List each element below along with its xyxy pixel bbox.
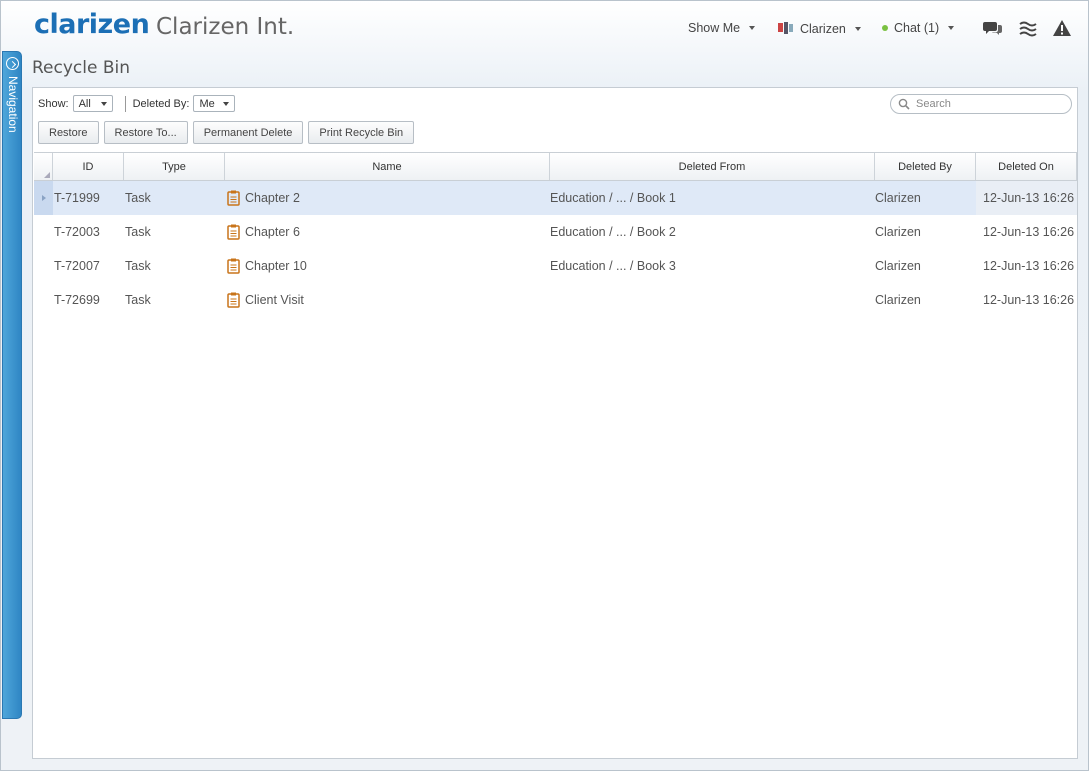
table-row[interactable]: T-71999 Task Chapter 2 Education / ... /…: [34, 181, 1077, 215]
cell-name[interactable]: Chapter 6: [225, 215, 550, 249]
permanent-delete-button[interactable]: Permanent Delete: [192, 121, 304, 144]
row-selector[interactable]: [34, 215, 53, 249]
filter-bar: Show: All Deleted By: Me: [38, 95, 236, 112]
expand-arrow-icon: [6, 57, 19, 70]
task-name: Chapter 6: [245, 225, 300, 239]
cell-id: T-72003: [54, 225, 100, 239]
user-menu-label: Clarizen: [800, 21, 846, 36]
cell-name[interactable]: Chapter 2: [225, 181, 550, 215]
cell-id: T-72007: [54, 259, 100, 273]
cell-name[interactable]: Chapter 10: [225, 249, 550, 283]
cell-deleted-on: 12-Jun-13 16:26: [983, 293, 1075, 307]
search-input[interactable]: Search: [890, 94, 1072, 114]
cell-deleted-from: [550, 283, 875, 317]
deleted-by-filter-value: Me: [199, 97, 215, 110]
show-filter-value: All: [78, 97, 91, 110]
header: clarizen Clarizen Int. Show Me Clarizen …: [1, 1, 1088, 53]
task-icon: [227, 224, 240, 240]
cell-deleted-from: Education / ... / Book 3: [550, 259, 676, 273]
cell-type: Task: [125, 259, 151, 273]
cell-type: Task: [125, 191, 151, 205]
divider: [124, 95, 126, 112]
activity-stream-icon[interactable]: [1018, 19, 1038, 37]
cell-id: T-72699: [54, 293, 100, 307]
task-icon: [227, 258, 240, 274]
app-window: clarizen Clarizen Int. Show Me Clarizen …: [0, 0, 1089, 771]
restore-to-button[interactable]: Restore To...: [103, 121, 188, 144]
table-row[interactable]: T-72007 Task Chapter 10 Education / ... …: [34, 249, 1077, 283]
column-header-deleted-on[interactable]: Deleted On: [976, 153, 1077, 180]
print-recycle-bin-button[interactable]: Print Recycle Bin: [308, 121, 415, 144]
chat-menu[interactable]: Chat (1): [882, 21, 955, 35]
cell-id: T-71999: [54, 191, 100, 205]
select-all-corner[interactable]: [34, 153, 53, 180]
row-selector[interactable]: [34, 181, 53, 215]
chevron-down-icon: [854, 26, 861, 31]
column-header-deleted-by[interactable]: Deleted By: [875, 153, 976, 180]
show-me-label: Show Me: [688, 21, 741, 35]
org-name: Clarizen Int.: [156, 14, 295, 40]
task-icon: [227, 190, 240, 206]
row-selector[interactable]: [34, 249, 53, 283]
alert-icon[interactable]: [1052, 19, 1072, 37]
page-title: Recycle Bin: [32, 58, 131, 78]
deleted-by-filter-label: Deleted By:: [132, 97, 190, 110]
cell-deleted-by: Clarizen: [875, 225, 921, 239]
navigation-label: Navigation: [6, 76, 20, 133]
recycle-bin-panel: Show: All Deleted By: Me Search Restore …: [32, 87, 1078, 759]
show-me-menu[interactable]: Show Me: [688, 21, 756, 35]
row-selector[interactable]: [34, 283, 53, 317]
cell-type: Task: [125, 293, 151, 307]
column-header-name[interactable]: Name: [225, 153, 550, 180]
cell-deleted-from: Education / ... / Book 2: [550, 225, 676, 239]
user-menu[interactable]: Clarizen: [777, 21, 861, 36]
table-row[interactable]: T-72699 Task Client Visit Clarizen 12-Ju…: [34, 283, 1077, 317]
chevron-down-icon: [100, 101, 107, 106]
cell-name[interactable]: Client Visit: [225, 283, 550, 317]
cell-type: Task: [125, 225, 151, 239]
cell-deleted-on: 12-Jun-13 16:26: [976, 181, 1077, 215]
cell-deleted-by: Clarizen: [875, 191, 921, 205]
navigation-tab[interactable]: Navigation: [2, 51, 22, 719]
user-avatar-icon: [778, 22, 793, 34]
search-icon: [898, 98, 910, 110]
column-header-type[interactable]: Type: [124, 153, 225, 180]
search-placeholder: Search: [916, 98, 951, 110]
cell-deleted-on: 12-Jun-13 16:26: [983, 225, 1075, 239]
task-name: Chapter 2: [245, 191, 300, 205]
grid-header: ID Type Name Deleted From Deleted By Del…: [34, 152, 1077, 181]
cell-deleted-on: 12-Jun-13 16:26: [983, 259, 1075, 273]
show-filter-label: Show:: [38, 97, 69, 110]
deleted-by-filter-select[interactable]: Me: [193, 95, 236, 112]
task-icon: [227, 292, 240, 308]
chevron-down-icon: [223, 101, 230, 106]
chevron-down-icon: [948, 26, 955, 30]
chat-label: Chat (1): [894, 21, 940, 35]
cell-deleted-by: Clarizen: [875, 293, 921, 307]
online-status-icon: [882, 25, 888, 31]
clarizen-logo[interactable]: clarizen: [34, 9, 150, 40]
recycle-bin-grid: ID Type Name Deleted From Deleted By Del…: [34, 152, 1077, 317]
restore-button[interactable]: Restore: [38, 121, 99, 144]
column-header-id[interactable]: ID: [53, 153, 124, 180]
cell-deleted-from: Education / ... / Book 1: [550, 191, 676, 205]
chevron-down-icon: [749, 26, 756, 30]
toolbar: Restore Restore To... Permanent Delete P…: [38, 121, 415, 144]
task-name: Chapter 10: [245, 259, 307, 273]
show-filter-select[interactable]: All: [72, 95, 113, 112]
cell-deleted-by: Clarizen: [875, 259, 921, 273]
table-row[interactable]: T-72003 Task Chapter 6 Education / ... /…: [34, 215, 1077, 249]
selected-row-arrow-icon: [41, 195, 46, 201]
task-name: Client Visit: [245, 293, 304, 307]
column-header-deleted-from[interactable]: Deleted From: [550, 153, 875, 180]
chat-bubbles-icon[interactable]: [983, 19, 1003, 37]
